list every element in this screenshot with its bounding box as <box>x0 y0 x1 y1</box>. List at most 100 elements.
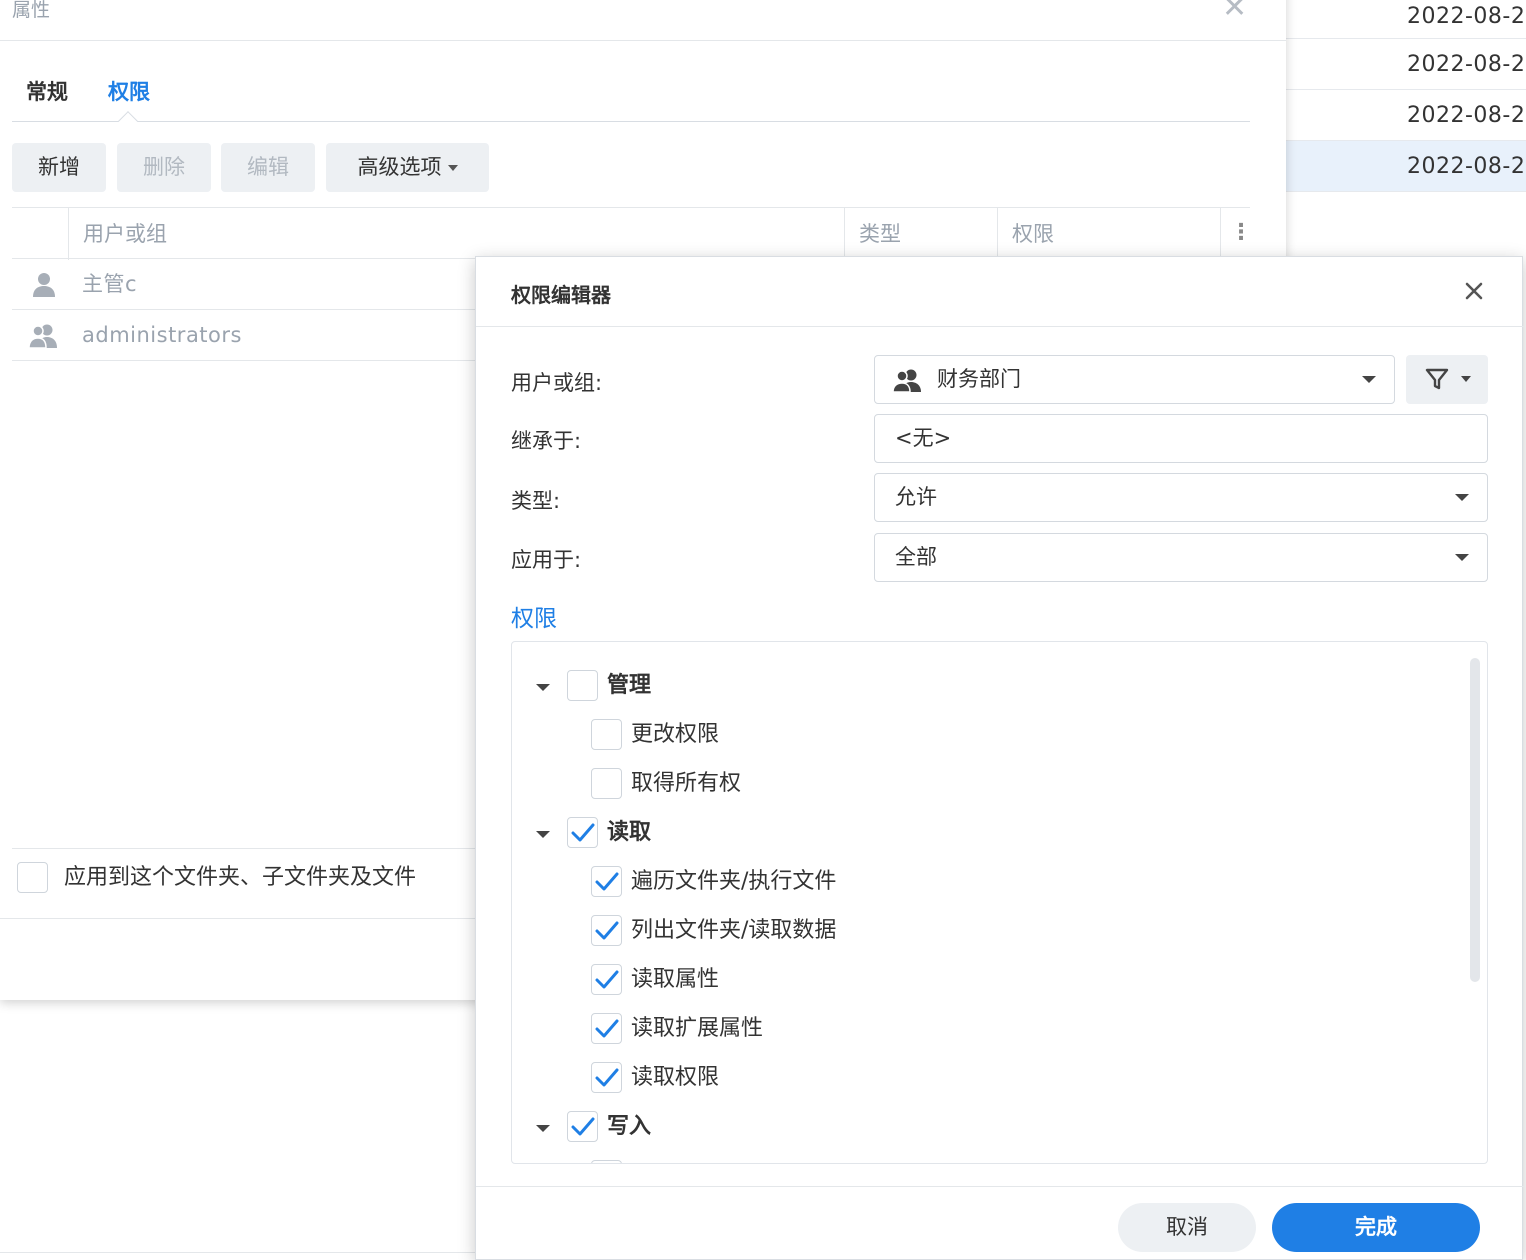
tree-item-label: 读取权限 <box>631 1065 720 1090</box>
column-separator <box>1220 208 1221 260</box>
tree-item-label: 读取 <box>607 820 652 845</box>
check-icon <box>595 921 619 940</box>
caret-down-icon <box>447 165 458 171</box>
checkbox[interactable] <box>567 670 598 701</box>
apply-to-label: 应用于: <box>511 548 582 572</box>
expand-icon[interactable] <box>536 831 550 838</box>
list-item[interactable]: 2022-08-2 <box>1286 39 1526 90</box>
window-title: 属性 <box>12 0 51 21</box>
inherited-from-field: <无> <box>874 414 1488 463</box>
tab-general[interactable]: 常规 <box>26 76 68 106</box>
user-icon <box>33 273 55 297</box>
column-separator <box>997 208 998 260</box>
list-item-selected[interactable]: 2022-08-2 <box>1286 141 1526 192</box>
table-row[interactable]: 主管c <box>12 259 482 310</box>
tree-item-label: 读取属性 <box>631 967 720 992</box>
checkbox-checked[interactable] <box>591 964 622 995</box>
inherited-from-value: <无> <box>895 426 952 450</box>
apply-to-value: 全部 <box>895 545 937 569</box>
close-icon[interactable]: ✕ <box>1222 0 1247 23</box>
tree-item-label: 遍历文件夹/执行文件 <box>631 869 837 894</box>
group-icon <box>28 324 57 349</box>
check-icon <box>595 1068 619 1087</box>
advanced-options-label: 高级选项 <box>357 155 442 179</box>
checkbox[interactable] <box>591 768 622 799</box>
date-cell: 2022-08-2 <box>1407 154 1526 179</box>
user-or-group-select[interactable]: 财务部门 <box>874 355 1395 404</box>
type-value: 允许 <box>895 485 937 509</box>
check-icon <box>571 1117 595 1136</box>
date-cell: 2022-08-2 <box>1407 52 1526 77</box>
tree-item-label: 写入 <box>607 1114 652 1139</box>
permissions-heading: 权限 <box>511 606 557 632</box>
done-button[interactable]: 完成 <box>1272 1203 1480 1252</box>
table-row[interactable]: administrators <box>12 310 482 361</box>
divider <box>0 40 1286 41</box>
filter-button[interactable] <box>1406 355 1488 404</box>
scrollbar[interactable] <box>1470 658 1480 982</box>
filter-icon <box>1425 368 1449 390</box>
tab-indicator <box>118 111 138 131</box>
checkbox-checked[interactable] <box>591 915 622 946</box>
advanced-options-button[interactable]: 高级选项 <box>326 143 489 192</box>
caret-down-icon <box>1461 376 1471 382</box>
check-icon <box>595 970 619 989</box>
column-separator <box>68 208 69 260</box>
tab-permissions[interactable]: 权限 <box>108 76 150 106</box>
checkbox-checked[interactable] <box>591 1062 622 1093</box>
column-header-type[interactable]: 类型 <box>859 208 901 260</box>
edit-button[interactable]: 编辑 <box>221 143 315 192</box>
divider <box>0 1252 480 1253</box>
more-icon[interactable]: ⋮ <box>1230 208 1252 258</box>
row-name: administrators <box>82 323 242 347</box>
inherited-from-label: 继承于: <box>511 429 582 453</box>
tab-divider <box>12 121 1250 122</box>
checkbox-checked[interactable] <box>567 1111 598 1142</box>
permission-editor-dialog: 权限编辑器 用户或组: 财务部门 继承于: <无> 类型: 允许 应用于: 全部… <box>475 256 1524 1260</box>
tree-item-label: 管理 <box>607 673 652 698</box>
date-cell: 2022-08-2 <box>1407 4 1526 29</box>
check-icon <box>571 823 595 842</box>
check-icon <box>595 1019 619 1038</box>
chevron-down-icon <box>1362 376 1376 383</box>
user-or-group-value: 财务部门 <box>937 367 1021 391</box>
row-name: 主管c <box>82 272 138 296</box>
tree-item-label: 读取扩展属性 <box>631 1016 764 1041</box>
table-header: 用户或组 类型 权限 ⋮ <box>12 207 1252 260</box>
expand-icon[interactable] <box>536 684 550 691</box>
apply-to-subfolders-checkbox[interactable] <box>17 862 48 893</box>
checkbox[interactable] <box>591 1160 622 1163</box>
add-button[interactable]: 新增 <box>12 143 106 192</box>
checkbox-checked[interactable] <box>567 817 598 848</box>
divider <box>476 1186 1524 1187</box>
close-icon[interactable] <box>1460 277 1488 305</box>
chevron-down-icon <box>1455 494 1469 501</box>
list-item[interactable]: 2022-08-2 <box>1286 0 1526 39</box>
divider <box>476 326 1524 327</box>
apply-to-subfolders-label: 应用到这个文件夹、子文件夹及文件 <box>64 865 417 890</box>
delete-button[interactable]: 删除 <box>117 143 211 192</box>
column-header-user[interactable]: 用户或组 <box>83 208 167 260</box>
list-item[interactable]: 2022-08-2 <box>1286 90 1526 141</box>
date-cell: 2022-08-2 <box>1407 103 1526 128</box>
divider <box>12 848 482 849</box>
chevron-down-icon <box>1455 554 1469 561</box>
tree-item-label: 列出文件夹/读取数据 <box>631 918 837 943</box>
checkbox[interactable] <box>591 719 622 750</box>
group-icon <box>892 369 921 393</box>
user-or-group-label: 用户或组: <box>511 371 603 395</box>
type-label: 类型: <box>511 489 561 513</box>
cancel-button[interactable]: 取消 <box>1118 1203 1256 1252</box>
tree-item-label: 更改权限 <box>631 722 720 747</box>
divider <box>0 918 480 919</box>
check-icon <box>595 872 619 891</box>
column-header-permission[interactable]: 权限 <box>1012 208 1054 260</box>
expand-icon[interactable] <box>536 1125 550 1132</box>
column-separator <box>844 208 845 260</box>
type-select[interactable]: 允许 <box>874 473 1488 522</box>
permissions-tree: 管理 更改权限 取得所有权 读取 遍历文件夹/执行文件 列出文件夹/读取数据 读… <box>511 641 1488 1164</box>
apply-to-select[interactable]: 全部 <box>874 533 1488 582</box>
dialog-title: 权限编辑器 <box>511 283 611 307</box>
checkbox-checked[interactable] <box>591 1013 622 1044</box>
checkbox-checked[interactable] <box>591 866 622 897</box>
